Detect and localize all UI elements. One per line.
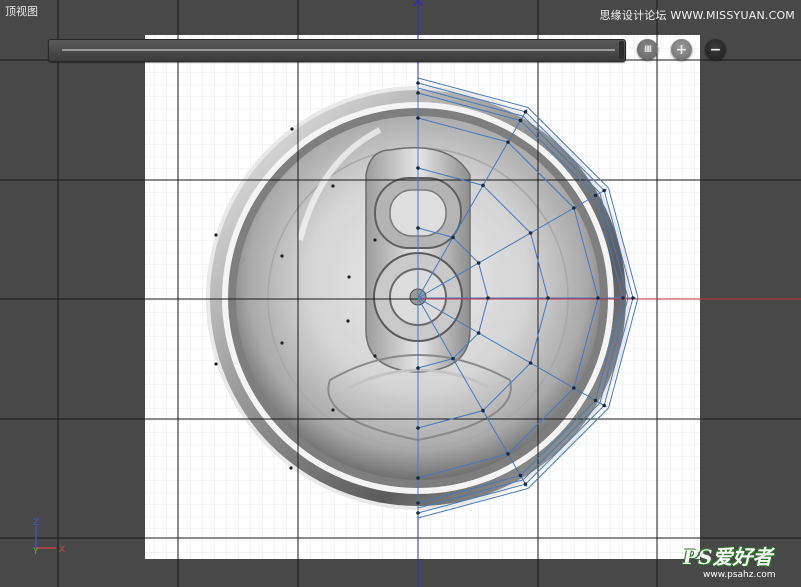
control-point[interactable] — [476, 331, 481, 335]
control-point[interactable] — [481, 408, 485, 413]
control-point[interactable] — [416, 476, 420, 480]
zoom-in-button[interactable]: + — [671, 39, 692, 60]
control-point[interactable] — [528, 361, 533, 365]
control-point[interactable] — [546, 296, 550, 300]
control-point[interactable] — [506, 452, 510, 456]
control-point[interactable] — [596, 296, 600, 300]
control-point[interactable] — [416, 501, 420, 505]
reference-point — [331, 408, 335, 412]
control-point[interactable] — [593, 398, 598, 403]
site-logo: PS爱好者 www.psahz.com — [683, 541, 795, 583]
control-point[interactable] — [528, 231, 533, 235]
control-point[interactable] — [416, 366, 420, 370]
control-point[interactable] — [523, 482, 528, 486]
zoom-slider-handle[interactable] — [619, 41, 624, 59]
reference-point — [214, 233, 218, 237]
viewport-toolbar — [48, 39, 626, 62]
reference-point — [280, 341, 284, 345]
reference-point — [289, 466, 293, 470]
reference-point — [280, 254, 284, 258]
reference-point — [347, 275, 351, 279]
plus-icon: + — [675, 41, 688, 58]
control-point[interactable] — [572, 206, 576, 210]
logo-brand: PS爱好者 — [683, 545, 773, 569]
minus-icon: − — [709, 41, 722, 58]
zoom-out-button[interactable]: − — [705, 39, 726, 60]
viewport-canvas[interactable] — [0, 0, 801, 587]
logo-url: www.psahz.com — [703, 570, 776, 580]
control-point[interactable] — [416, 116, 420, 120]
axis-z-label: Z — [33, 518, 39, 528]
control-point[interactable] — [416, 166, 420, 170]
reference-point — [290, 127, 294, 131]
control-point[interactable] — [518, 473, 523, 478]
site-watermark: 思缘设计论坛 WWW.MISSYUAN.COM — [599, 9, 795, 22]
control-point[interactable] — [518, 118, 523, 123]
control-point[interactable] — [481, 183, 485, 188]
control-point[interactable] — [602, 403, 606, 408]
top-view-viewport[interactable]: 顶视图 思缘设计论坛 WWW.MISSYUAN.COM III + − Z Y … — [0, 0, 801, 587]
control-point[interactable] — [451, 356, 455, 361]
control-point[interactable] — [506, 140, 510, 144]
control-point[interactable] — [416, 426, 420, 430]
control-point[interactable] — [572, 386, 576, 390]
control-point[interactable] — [621, 296, 625, 300]
control-point[interactable] — [451, 235, 455, 240]
control-point[interactable] — [416, 511, 420, 515]
control-point[interactable] — [593, 193, 598, 198]
axis-y-label: Y — [32, 547, 39, 556]
grid-icon: III — [643, 44, 652, 55]
reference-point — [373, 354, 377, 358]
axis-x-label: X — [59, 545, 65, 555]
reference-point — [373, 238, 377, 242]
zoom-slider-track[interactable] — [62, 49, 615, 51]
reference-point — [214, 362, 218, 366]
control-point[interactable] — [416, 91, 420, 95]
control-point[interactable] — [602, 188, 606, 193]
reference-point — [346, 319, 350, 323]
grid-toggle-button[interactable]: III — [637, 39, 658, 60]
axis-orientation-widget: Z Y X — [32, 518, 65, 556]
control-point[interactable] — [416, 81, 420, 85]
control-point[interactable] — [486, 296, 490, 300]
control-point[interactable] — [416, 226, 420, 230]
control-point[interactable] — [476, 261, 481, 265]
reference-point — [331, 184, 335, 188]
viewport-title: 顶视图 — [5, 5, 38, 18]
control-point[interactable] — [523, 110, 528, 114]
control-point[interactable] — [631, 296, 635, 300]
